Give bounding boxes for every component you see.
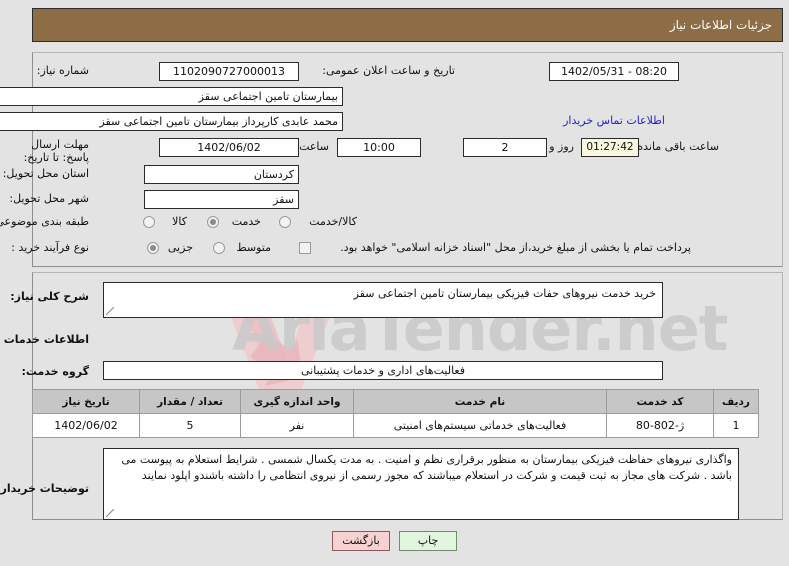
th-code: کد خدمت (606, 389, 714, 414)
cell-qty: 5 (139, 413, 241, 438)
th-name: نام خدمت (353, 389, 607, 414)
need-number-label: شماره نیاز: (36, 64, 89, 77)
table-row: 1 ژ-802-80 فعالیت‌های خدماتی سیستم‌های ا… (32, 413, 759, 438)
page-header: جزئیات اطلاعات نیاز (32, 8, 783, 42)
city-value: سقز (144, 190, 299, 209)
countdown-value: 01:27:42 (581, 138, 639, 157)
print-button[interactable]: چاپ (399, 531, 457, 551)
need-info-panel (32, 52, 783, 267)
treasury-checkbox[interactable] (299, 242, 311, 254)
deadline-date-value: 1402/06/02 (159, 138, 299, 157)
service-group-label: گروه خدمت: (21, 365, 89, 378)
deadline-time-value: 10:00 (337, 138, 421, 157)
th-row: ردیف (713, 389, 759, 414)
cell-code: ژ-802-80 (606, 413, 714, 438)
cell-name: فعالیت‌های خدماتی سیستم‌های امنیتی (353, 413, 607, 438)
cell-row: 1 (713, 413, 759, 438)
need-number-value: 1102090727000013 (159, 62, 299, 81)
radio-process-jozee[interactable] (147, 242, 159, 254)
category-label: طبقه بندی موضوعی: (0, 215, 89, 228)
radio-process-motevaset[interactable] (213, 242, 225, 254)
buyer-org-value: بیمارستان تامین اجتماعی سقز (0, 87, 343, 106)
days-label: روز و (549, 140, 574, 153)
th-date: تاریخ نیاز (32, 389, 140, 414)
th-qty: تعداد / مقدار (139, 389, 241, 414)
requester-value: محمد عابدی کارپرداز بیمارستان تامین اجتم… (0, 112, 343, 131)
page-title: جزئیات اطلاعات نیاز (669, 18, 772, 32)
table-header-row: ردیف کد خدمت نام خدمت واحد اندازه گیری ت… (32, 389, 759, 414)
buyer-notes-textarea[interactable]: واگذاری نیروهای حفاظت فیزیکی بیمارستان ب… (103, 448, 739, 520)
hour-label: ساعت (299, 140, 329, 153)
days-remaining-value: 2 (463, 138, 547, 157)
services-section-title: اطلاعات خدمات مورد نیاز (0, 333, 89, 346)
process-label: نوع فرآیند خرید : (11, 241, 89, 254)
service-group-value: فعالیت‌های اداری و خدمات پشتیبانی (103, 361, 663, 380)
services-table: ردیف کد خدمت نام خدمت واحد اندازه گیری ت… (32, 389, 759, 438)
summary-label: شرح کلی نیاز: (10, 290, 89, 303)
public-announce-value: 1402/05/31 - 08:20 (549, 62, 679, 81)
treasury-checkbox-label: پرداخت تمام یا بخشی از مبلغ خرید،از محل … (340, 241, 691, 254)
th-unit: واحد اندازه گیری (240, 389, 354, 414)
province-value: کردستان (144, 165, 299, 184)
radio-process-motevaset-label: متوسط (236, 241, 271, 254)
radio-process-jozee-label: جزیی (167, 241, 193, 254)
buyer-contact-link[interactable]: اطلاعات تماس خریدار (563, 114, 665, 127)
city-label: شهر محل تحویل: (9, 192, 89, 205)
radio-category-kala[interactable] (143, 216, 155, 228)
radio-category-khedmat[interactable] (207, 216, 219, 228)
cell-unit: نفر (240, 413, 354, 438)
back-button[interactable]: بازگشت (332, 531, 390, 551)
cell-date: 1402/06/02 (32, 413, 140, 438)
radio-category-kala-khedmat[interactable] (279, 216, 291, 228)
radio-category-kala-khedmat-label: کالا/خدمت (309, 215, 357, 228)
countdown-label: ساعت باقی مانده (637, 140, 719, 153)
buyer-notes-label: توضیحات خریدار: (0, 482, 89, 495)
radio-category-khedmat-label: خدمت (231, 215, 261, 228)
summary-textarea[interactable]: خرید خدمت نیروهای حفات فیزیکی بیمارستان … (103, 282, 663, 318)
radio-category-kala-label: کالا (172, 215, 187, 228)
public-announce-label: تاریخ و ساعت اعلان عمومی: (322, 64, 455, 77)
province-label: استان محل تحویل: (2, 167, 89, 180)
deadline-label: مهلت ارسال پاسخ: تا تاریخ: (23, 138, 89, 164)
